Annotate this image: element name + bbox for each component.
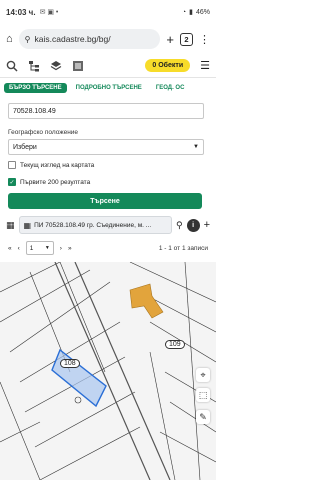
status-bar: 14:03 ч. ✉ ▣ • ◔ ▮ 46% <box>0 0 216 24</box>
next-page-icon[interactable]: › <box>60 245 62 252</box>
result-item[interactable]: ▦ ПИ 70528.108.49 гр. Съединение, м. ... <box>18 216 172 234</box>
hamburger-menu-icon[interactable]: ☰ <box>200 59 210 72</box>
prev-page-icon[interactable]: ‹ <box>18 245 20 252</box>
selected-parcel <box>51 348 107 408</box>
tab-geodetic[interactable]: ГЕОД. ОС <box>151 83 190 93</box>
current-view-row[interactable]: Текущ изглед на картата <box>8 161 94 169</box>
search-input[interactable]: 70528.108.49 <box>8 103 204 119</box>
pager: « ‹ 1 ▼ › » 1 - 1 от 1 записи <box>8 239 208 257</box>
result-bar: ▦ ▦ ПИ 70528.108.49 гр. Съединение, м. .… <box>6 215 210 235</box>
search-icon[interactable] <box>6 60 18 72</box>
url-field[interactable]: ⚲ kais.cadastre.bg/bg/ <box>18 29 161 49</box>
geo-select-value: Избери <box>13 143 37 151</box>
search-button[interactable]: Търсене <box>8 193 202 209</box>
record-count: 1 - 1 от 1 записи <box>158 244 208 252</box>
status-right: ◔ ▮ 46% <box>181 8 210 17</box>
new-tab-icon[interactable]: + <box>166 32 174 47</box>
location-pin-icon[interactable]: ⌖ <box>196 368 210 382</box>
result-text: ПИ 70528.108.49 гр. Съединение, м. ... <box>34 221 152 229</box>
cadastral-map[interactable]: 108 109 ⌖ ⬚ ✎ <box>0 262 216 480</box>
status-time: 14:03 ч. <box>6 7 36 17</box>
parcel-label-109: 109 <box>165 340 185 349</box>
tree-icon[interactable] <box>28 60 40 72</box>
page-size-select[interactable]: 1 ▼ <box>25 241 54 255</box>
signal-icon: ▮ <box>189 9 193 16</box>
zoom-to-icon[interactable]: ⚲ <box>176 220 183 231</box>
info-icon[interactable]: i <box>186 218 200 232</box>
search-input-value: 70528.108.49 <box>13 107 56 115</box>
table-icon: ▦ <box>23 220 32 230</box>
first-page-icon[interactable]: « <box>8 245 12 252</box>
browser-bar: ⌂ ⚲ kais.cadastre.bg/bg/ + 2 ⋮ <box>0 24 216 54</box>
last-page-icon[interactable]: » <box>68 245 72 252</box>
first200-label: Първите 200 резултата <box>20 178 91 186</box>
geo-select[interactable]: Избери ▼ <box>8 139 204 155</box>
plus-icon[interactable]: + <box>204 219 210 231</box>
current-view-label: Текущ изглед на картата <box>20 161 95 169</box>
tab-quick-search[interactable]: БЪРЗО ТЪРСЕНЕ <box>4 83 67 93</box>
chevron-down-icon: ▼ <box>44 245 50 251</box>
geo-label: Географско положение <box>8 129 79 136</box>
page-size-value: 1 <box>29 244 34 252</box>
home-icon[interactable]: ⌂ <box>6 33 13 45</box>
site-settings-icon[interactable]: ⚲ <box>25 35 31 44</box>
notification-icons: ✉ ▣ • <box>39 9 59 16</box>
tab-detailed-search[interactable]: ПОДРОБНО ТЪРСЕНЕ <box>71 83 147 93</box>
battery-value: 46% <box>195 8 210 16</box>
url-text: kais.cadastre.bg/bg/ <box>34 34 111 44</box>
wifi-icon: ◔ <box>181 8 187 16</box>
grid-icon[interactable]: ▦ <box>6 220 15 231</box>
objects-button[interactable]: 0 Обекти <box>145 59 191 72</box>
basemap-icon[interactable] <box>72 60 84 72</box>
measure-icon[interactable]: ⬚ <box>196 388 210 402</box>
layers-icon[interactable] <box>50 60 62 72</box>
chevron-down-icon: ▼ <box>193 144 199 150</box>
app-toolbar: 0 Обекти ☰ <box>0 54 216 78</box>
first200-checkbox[interactable]: ✓ <box>8 178 16 186</box>
parcel-label-108: 108 <box>60 359 80 368</box>
menu-icon[interactable]: ⋮ <box>199 33 210 46</box>
first200-row[interactable]: ✓ Първите 200 резултата <box>8 178 90 186</box>
ruler-icon[interactable]: ✎ <box>196 410 210 424</box>
current-view-checkbox[interactable] <box>8 161 16 169</box>
search-tabs: БЪРЗО ТЪРСЕНЕ ПОДРОБНО ТЪРСЕНЕ ГЕОД. ОС <box>0 80 216 96</box>
tab-switcher-button[interactable]: 2 <box>180 32 193 46</box>
map-canvas[interactable] <box>0 262 216 480</box>
